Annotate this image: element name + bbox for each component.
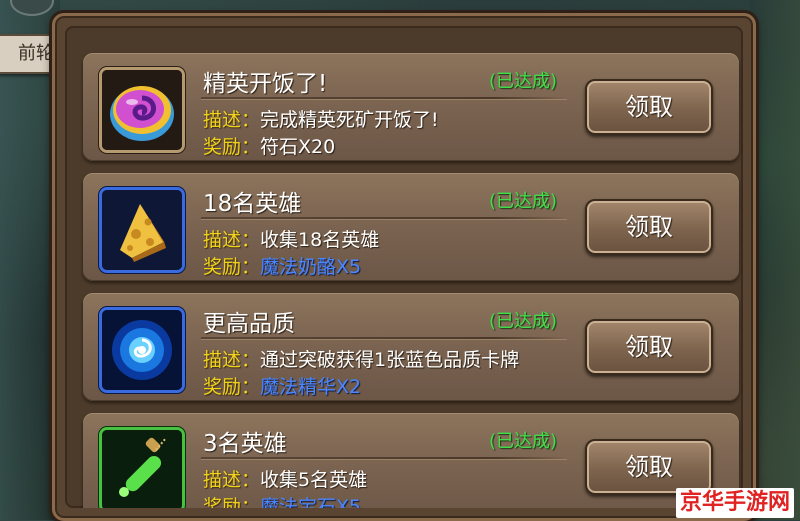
reward-row: 奖励：魔法宝石X5	[203, 492, 361, 508]
achievement-title: 3名英雄	[203, 431, 287, 457]
site-watermark: 京华手游网	[676, 488, 794, 518]
description-text: 收集5名英雄	[260, 469, 368, 491]
achievement-title: 更高品质	[203, 311, 295, 337]
title-divider	[201, 337, 567, 339]
achievement-panel-inner: 精英开饭了! (已达成) 描述：完成精英死矿开饭了! 奖励：符石X20 领取 1…	[65, 26, 743, 508]
description-row: 描述：通过突破获得1张蓝色品质卡牌	[203, 345, 519, 372]
description-text: 完成精英死矿开饭了!	[260, 109, 439, 131]
background-left	[0, 0, 60, 520]
description-row: 描述：完成精英死矿开饭了!	[203, 105, 439, 132]
reward-text: 魔法宝石X5	[260, 496, 362, 508]
description-label: 描述：	[203, 109, 261, 131]
reward-row: 奖励：魔法精华X2	[203, 372, 361, 399]
reward-label: 奖励：	[203, 256, 261, 278]
title-divider	[201, 457, 567, 459]
achievement-panel: 精英开饭了! (已达成) 描述：完成精英死矿开饭了! 奖励：符石X20 领取 1…	[52, 13, 756, 521]
claim-button[interactable]: 领取	[585, 319, 713, 375]
blue-essence-orb-icon	[99, 307, 185, 393]
achievement-title: 精英开饭了!	[203, 71, 328, 97]
reward-label: 奖励：	[203, 376, 261, 398]
achievement-card: 18名英雄 (已达成) 描述：收集18名英雄 奖励：魔法奶酪X5 领取	[83, 173, 739, 281]
description-text: 通过突破获得1张蓝色品质卡牌	[260, 349, 520, 371]
background-right	[750, 0, 800, 520]
reward-text: 魔法奶酪X5	[260, 256, 362, 278]
reward-text: 符石X20	[260, 136, 336, 158]
claim-button[interactable]: 领取	[585, 199, 713, 255]
achievement-status: (已达成)	[489, 191, 558, 212]
achievement-card: 3名英雄 (已达成) 描述：收集5名英雄 奖励：魔法宝石X5 领取	[83, 413, 739, 508]
achievement-status: (已达成)	[489, 431, 558, 452]
achievement-title: 18名英雄	[203, 191, 302, 217]
description-row: 描述：收集18名英雄	[203, 225, 379, 252]
description-label: 描述：	[203, 469, 261, 491]
description-label: 描述：	[203, 349, 261, 371]
achievement-card: 精英开饭了! (已达成) 描述：完成精英死矿开饭了! 奖励：符石X20 领取	[83, 53, 739, 161]
description-label: 描述：	[203, 229, 261, 251]
title-divider	[201, 217, 567, 219]
green-potion-vial-icon	[99, 427, 185, 508]
description-row: 描述：收集5名英雄	[203, 465, 367, 492]
achievement-status: (已达成)	[489, 71, 558, 92]
cheese-icon	[99, 187, 185, 273]
reward-label: 奖励：	[203, 136, 261, 158]
achievement-card: 更高品质 (已达成) 描述：通过突破获得1张蓝色品质卡牌 奖励：魔法精华X2 领…	[83, 293, 739, 401]
reward-text: 魔法精华X2	[260, 376, 362, 398]
claim-button[interactable]: 领取	[585, 439, 713, 495]
title-divider	[201, 97, 567, 99]
claim-button[interactable]: 领取	[585, 79, 713, 135]
achievement-status: (已达成)	[489, 311, 558, 332]
description-text: 收集18名英雄	[260, 229, 380, 251]
reward-row: 奖励：魔法奶酪X5	[203, 252, 361, 279]
magic-swirl-gem-icon	[99, 67, 185, 153]
reward-label: 奖励：	[203, 496, 261, 508]
reward-row: 奖励：符石X20	[203, 132, 335, 159]
